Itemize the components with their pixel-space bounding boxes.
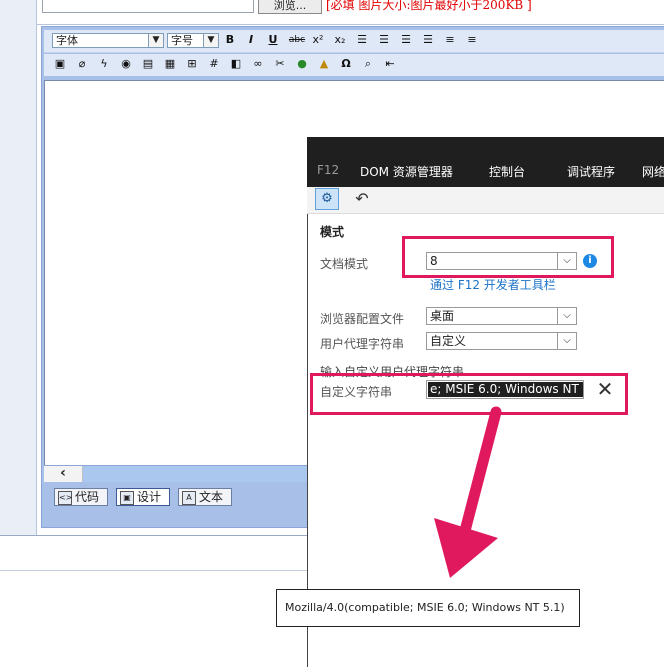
chevron-down-icon: ▼ [203, 34, 218, 47]
word-paste-icon[interactable]: ▤ [140, 56, 156, 72]
ordered-list-icon[interactable]: ≡ [442, 32, 458, 48]
image-icon[interactable]: ▣ [52, 56, 68, 72]
tab-network[interactable]: 网络 [642, 163, 664, 180]
browser-profile-label: 浏览器配置文件 [320, 312, 405, 326]
chevron-down-icon: ▼ [148, 34, 163, 47]
required-note: [必填 图片大小:图片最好小于200KB ] [326, 0, 532, 12]
layer-icon[interactable]: ◧ [228, 56, 244, 72]
subscript-button[interactable]: x₂ [332, 32, 348, 48]
browser-profile-select[interactable]: 桌面 ⌵ [426, 307, 577, 325]
align-left-icon[interactable]: ☰ [354, 32, 370, 48]
ua-string-select[interactable]: 自定义 ⌵ [426, 332, 577, 350]
editor-toolbar-row-2 [44, 54, 664, 76]
settings-gear-icon[interactable]: ⚙ [315, 188, 339, 210]
bold-button[interactable]: B [222, 32, 238, 48]
left-frame [0, 0, 37, 535]
font-family-select[interactable]: 字体 ▼ [52, 33, 164, 48]
unlink-icon[interactable]: ✂ [272, 56, 288, 72]
code-icon: <> [58, 491, 72, 505]
excel-paste-icon[interactable]: ▦ [162, 56, 178, 72]
horizontal-scrollbar[interactable]: ‹ [44, 465, 308, 482]
font-family-value: 字体 [56, 34, 78, 47]
ua-string-value: 自定义 [430, 334, 467, 348]
chevron-down-icon: ⌵ [557, 333, 576, 349]
align-justify-icon[interactable]: ☰ [420, 32, 436, 48]
via-f12-link[interactable]: 通过 F12 开发者工具栏 [430, 276, 556, 293]
strikethrough-button[interactable]: abc [287, 32, 307, 48]
special-char-icon[interactable]: Ω [338, 56, 354, 72]
media-icon[interactable]: ◉ [118, 56, 134, 72]
chevron-down-icon: ⌵ [557, 308, 576, 324]
grid-icon[interactable]: # [206, 56, 222, 72]
link-icon[interactable]: ∞ [250, 56, 266, 72]
tab-console[interactable]: 控制台 [489, 163, 525, 180]
browse-button[interactable]: 浏览... [258, 0, 322, 14]
design-icon: ▣ [120, 491, 134, 505]
superscript-button[interactable]: x² [310, 32, 326, 48]
code-mode-button[interactable]: <> 代码 [54, 488, 108, 506]
table-icon[interactable]: ⊞ [184, 56, 200, 72]
find-icon[interactable]: ⌕ [360, 56, 376, 72]
highlight-box-document-mode [402, 236, 614, 278]
attachment-icon[interactable]: ⌀ [74, 56, 90, 72]
ua-string-callout: Mozilla/4.0(compatible; MSIE 6.0; Window… [276, 589, 580, 627]
design-mode-button[interactable]: ▣ 设计 [116, 488, 170, 506]
file-path-input[interactable] [42, 0, 254, 13]
align-center-icon[interactable]: ☰ [376, 32, 392, 48]
text-mode-label: 文本 [199, 490, 224, 504]
font-size-select[interactable]: 字号 ▼ [167, 33, 219, 48]
flash-icon[interactable]: ϟ [96, 56, 112, 72]
divider [0, 570, 308, 571]
design-mode-label: 设计 [137, 490, 162, 504]
scroll-left-icon[interactable]: ‹ [44, 466, 83, 482]
globe-icon[interactable]: ● [294, 56, 310, 72]
code-mode-label: 代码 [75, 490, 100, 504]
document-mode-label: 文档模式 [320, 257, 369, 271]
browser-profile-value: 桌面 [430, 309, 455, 323]
text-icon: A [182, 491, 196, 505]
font-size-value: 字号 [171, 34, 193, 47]
pointer-arrow-icon [434, 406, 502, 578]
ua-string-label: 用户代理字符串 [320, 337, 405, 351]
undo-icon[interactable]: ↶ [352, 189, 372, 209]
align-right-icon[interactable]: ☰ [398, 32, 414, 48]
tab-dom-explorer[interactable]: DOM 资源管理器 [360, 163, 453, 180]
upload-icon[interactable]: ▲ [316, 56, 332, 72]
divider [0, 535, 308, 536]
italic-button[interactable]: I [243, 32, 259, 48]
tab-f12: F12 [317, 163, 340, 177]
tab-debugger[interactable]: 调试程序 [567, 163, 615, 180]
unordered-list-icon[interactable]: ≡ [464, 32, 480, 48]
text-mode-button[interactable]: A 文本 [178, 488, 232, 506]
format-icon[interactable]: ⇤ [382, 56, 398, 72]
section-title: 模式 [320, 225, 345, 239]
underline-button[interactable]: U [265, 32, 281, 48]
